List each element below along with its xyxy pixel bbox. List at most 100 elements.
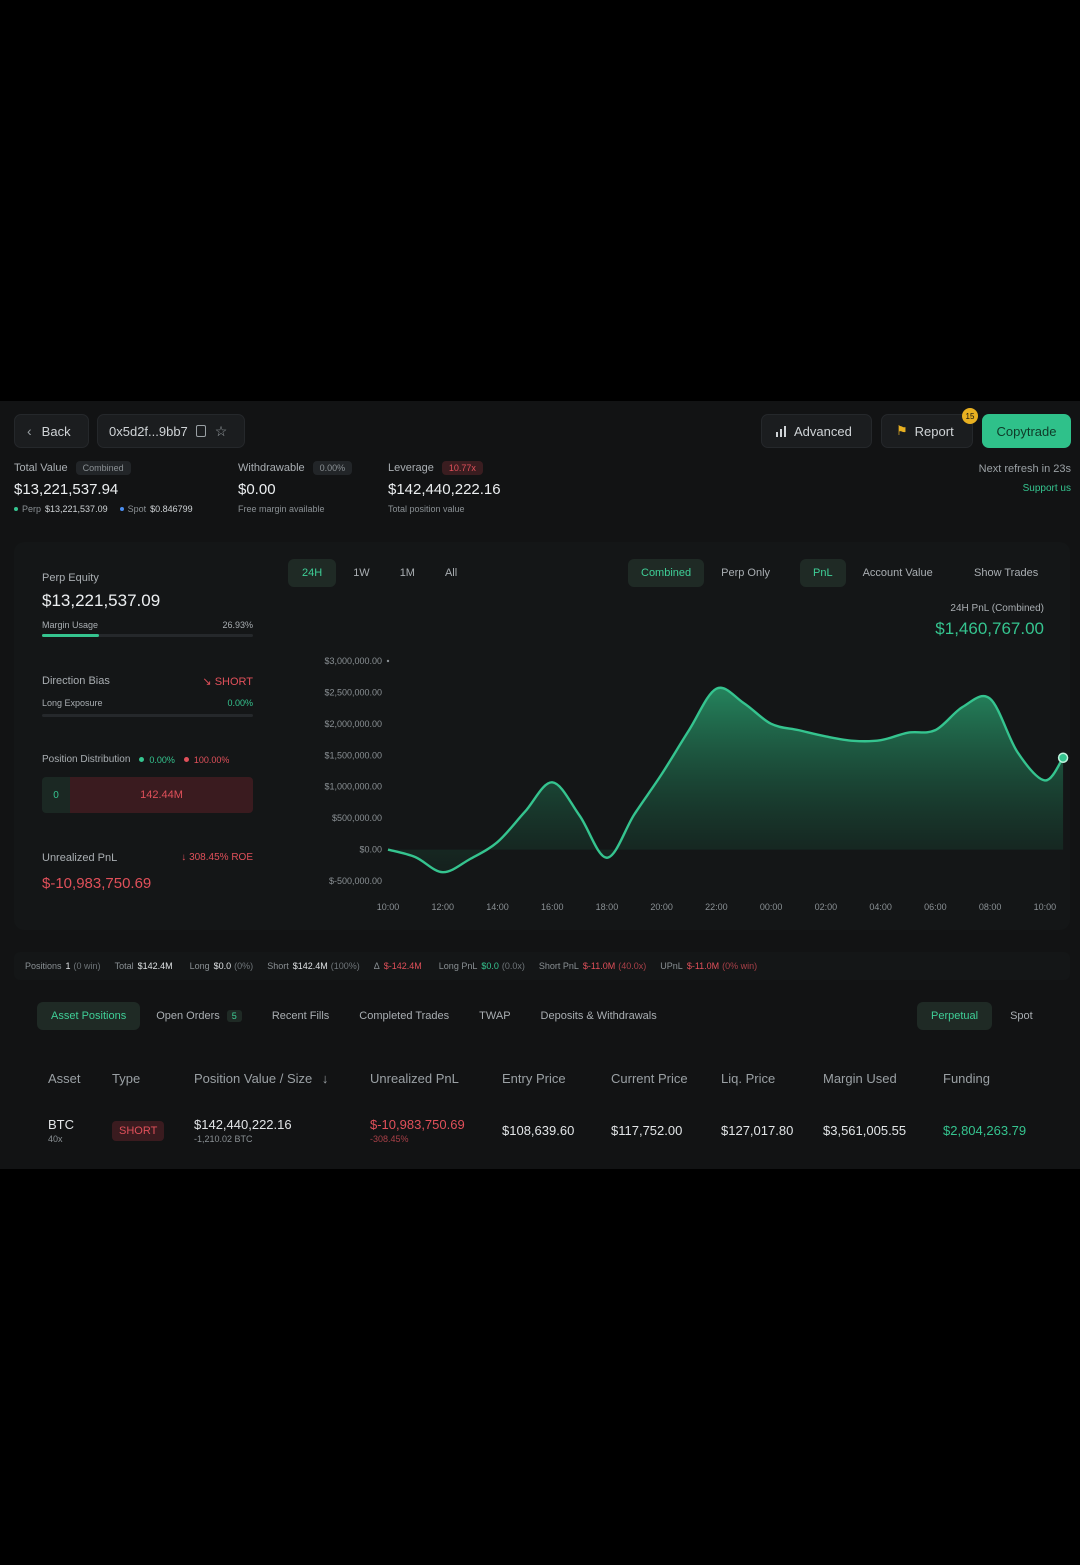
support-link[interactable]: Support us [1023, 483, 1071, 494]
leverage-label: Leverage [388, 462, 434, 474]
back-label: Back [41, 423, 71, 439]
data-point [633, 813, 635, 815]
col-funding[interactable]: Funding [943, 1071, 990, 1086]
mode-perp-only[interactable]: Perp Only [708, 559, 783, 587]
address-chip[interactable]: 0x5d2f...9bb7 ☆ [97, 414, 245, 448]
x-tick-label: 18:00 [596, 902, 619, 912]
data-point [743, 702, 745, 704]
data-point [962, 706, 964, 708]
entry-price: $108,639.60 [502, 1123, 575, 1138]
perpetual-tab[interactable]: Perpetual [917, 1002, 993, 1030]
pnl-summary-label: 24H PnL (Combined) [950, 603, 1044, 614]
sort-desc-icon: ↓ [321, 1071, 329, 1086]
x-tick-label: 02:00 [815, 902, 838, 912]
report-button[interactable]: ⚑ Report [881, 414, 973, 448]
withdrawable-label: Withdrawable [238, 462, 305, 474]
summary-label: Positions [25, 961, 62, 971]
col-margin-used[interactable]: Margin Used [823, 1071, 897, 1086]
metric-account-value[interactable]: Account Value [850, 559, 946, 587]
perp-value: $13,221,537.09 [45, 504, 108, 514]
tab-label: TWAP [479, 1010, 511, 1022]
summary-item: Total $142.4M [115, 961, 176, 971]
x-tick-label: 14:00 [486, 902, 509, 912]
total-value-label: Total Value [14, 462, 68, 474]
withdrawable-tag: 0.00% [312, 461, 353, 475]
asset-name: BTC [48, 1117, 74, 1132]
x-tick-label: 16:00 [541, 902, 564, 912]
tab-asset-positions[interactable]: Asset Positions [37, 1002, 141, 1030]
data-point [1016, 751, 1018, 753]
tab-label: Deposits & Withdrawals [540, 1010, 657, 1022]
data-point [579, 815, 581, 817]
leverage-tag: 10.77x [441, 461, 483, 475]
y-tick-label: $1,500,000.00 [324, 750, 382, 760]
x-tick-label: 20:00 [650, 902, 673, 912]
chevron-left-icon: ‹ [27, 423, 32, 439]
flag-icon: ⚑ [896, 423, 908, 438]
tab-label: Completed Trades [359, 1010, 450, 1022]
distribution-long-segment: 0 [42, 777, 70, 813]
show-trades-toggle[interactable]: Show Trades [974, 567, 1038, 579]
tab-label: Open Orders [156, 1010, 220, 1022]
copy-icon[interactable] [195, 425, 206, 437]
data-point [524, 811, 526, 813]
summary-label: UPnL [660, 961, 683, 971]
col-asset[interactable]: Asset [48, 1071, 81, 1086]
summary-value: $-11.0M [582, 961, 616, 971]
range-all[interactable]: All [432, 559, 470, 587]
col-position-value[interactable]: Position Value / Size ↓ [194, 1071, 328, 1086]
spot-tab[interactable]: Spot [996, 1002, 1047, 1030]
col-entry-price[interactable]: Entry Price [502, 1071, 566, 1086]
overview-panel: Perp Equity $13,221,537.09 Margin Usage … [14, 542, 1070, 930]
data-point [442, 871, 444, 873]
pnl-chart[interactable]: $3,000,000.00 $2,500,000.00 $2,000,000.00 $… [284, 632, 1070, 922]
back-button[interactable]: ‹ Back [14, 414, 89, 448]
summary-value: $142.4M [137, 961, 173, 971]
col-type[interactable]: Type [112, 1071, 140, 1086]
col-liq-price[interactable]: Liq. Price [721, 1071, 775, 1086]
leverage-block: Leverage 10.77x $142,440,222.16 Total po… [388, 461, 548, 514]
mode-selector: Combined Perp Only [628, 559, 783, 587]
tab-completed-trades[interactable]: Completed Trades [359, 1010, 449, 1022]
data-point [414, 856, 416, 858]
y-tick-label: $1,000,000.00 [324, 782, 382, 792]
trend-down-icon: ↘ [202, 676, 212, 688]
metric-selector: PnL Account Value [800, 559, 946, 587]
mode-combined[interactable]: Combined [628, 559, 705, 587]
tab-open-orders[interactable]: Open Orders 5 [156, 1010, 242, 1022]
summary-note: (100%) [330, 961, 360, 971]
current-point-marker[interactable] [1057, 752, 1069, 764]
arrow-down-icon: ↓ [181, 852, 187, 863]
y-tick-label: $500,000.00 [332, 813, 382, 823]
summary-label: Short [267, 961, 289, 971]
data-point [989, 698, 991, 700]
direction-bias-label: Direction Bias [42, 675, 110, 687]
star-icon[interactable]: ☆ [215, 423, 228, 440]
advanced-button[interactable]: Advanced [761, 414, 872, 448]
data-point [387, 849, 389, 851]
tab-recent-fills[interactable]: Recent Fills [272, 1010, 329, 1022]
y-tick-label: $0.00 [359, 845, 382, 855]
data-point [934, 729, 936, 731]
perp-equity-value: $13,221,537.09 [42, 591, 161, 610]
metric-pnl[interactable]: PnL [800, 559, 846, 587]
tab-deposits-withdrawals[interactable]: Deposits & Withdrawals [541, 1010, 657, 1022]
x-tick-label: 08:00 [979, 902, 1002, 912]
range-1m[interactable]: 1M [387, 559, 428, 587]
range-selector: 24H 1W 1M All [288, 559, 470, 587]
data-point [880, 739, 882, 741]
x-tick-label: 10:00 [1034, 902, 1057, 912]
copytrade-button[interactable]: Copytrade [982, 414, 1071, 448]
data-point [551, 781, 553, 783]
range-1w[interactable]: 1W [340, 559, 383, 587]
y-tick-label: $3,000,000.00 [324, 656, 382, 666]
long-dot-icon [139, 757, 145, 762]
range-24h[interactable]: 24H [288, 559, 337, 587]
summary-item: UPnL $-11.0M (0% win) [660, 961, 757, 971]
data-point [469, 858, 471, 860]
col-unrealized-pnl[interactable]: Unrealized PnL [370, 1071, 459, 1086]
col-current-price[interactable]: Current Price [611, 1071, 688, 1086]
perp-label: Perp [22, 504, 42, 514]
tab-twap[interactable]: TWAP [479, 1010, 510, 1022]
summary-note: (40.0x) [618, 961, 647, 971]
